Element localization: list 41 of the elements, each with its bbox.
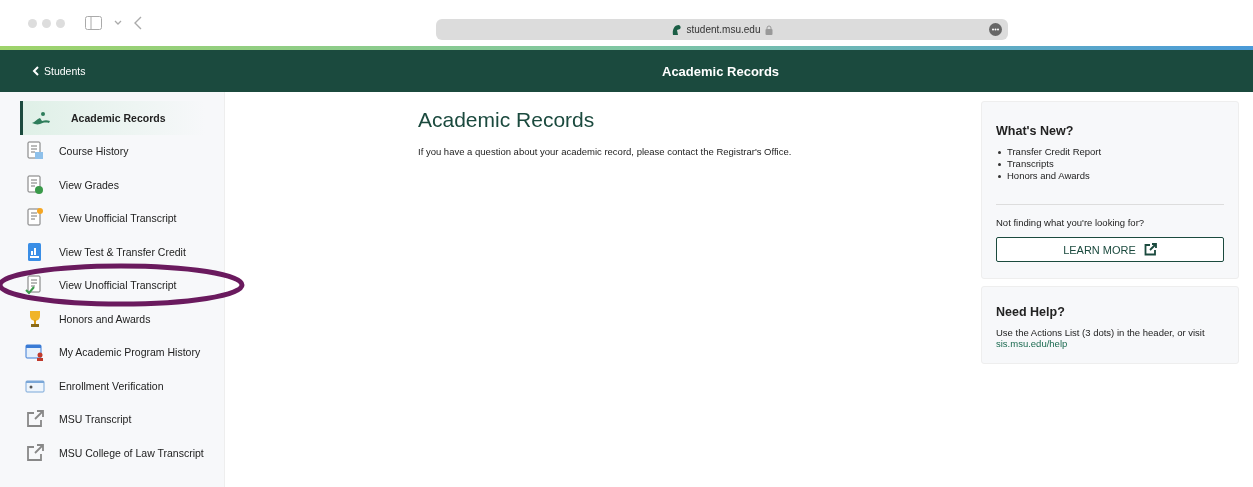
- info-text: If you have a question about your academic record, please contact the Registrar's Office.: [418, 146, 793, 157]
- sidebar-toggle-icon[interactable]: [85, 16, 102, 30]
- address-bar[interactable]: student.msu.edu: [436, 19, 1008, 40]
- sidebar-item[interactable]: View Unofficial Transcript: [0, 201, 224, 235]
- external-link-icon: [1143, 243, 1157, 256]
- external-link-icon: [25, 409, 45, 430]
- card-title: What's New?: [996, 124, 1075, 138]
- document-icon: [25, 141, 45, 162]
- back-icon: [32, 66, 39, 76]
- back-link[interactable]: Students: [32, 65, 86, 77]
- more-icon[interactable]: [989, 23, 1002, 36]
- bullet-icon: [998, 174, 1001, 178]
- sidebar-item[interactable]: View Test & Transfer Credit: [0, 235, 224, 269]
- external-link-icon: [25, 442, 45, 463]
- help-text: Use the Actions List (3 dots) in the header, or visit sis.msu.edu/help: [996, 327, 1206, 349]
- lock-icon: [765, 24, 774, 35]
- document-icon: [25, 174, 45, 195]
- bullet-icon: [998, 162, 1001, 166]
- page-title: Academic Records: [418, 108, 596, 132]
- sidebar-item[interactable]: Course History: [0, 134, 224, 168]
- sidebar-item[interactable]: Honors and Awards: [0, 302, 224, 336]
- calendar-icon: [25, 342, 45, 363]
- sidebar-item[interactable]: My Academic Program History: [0, 335, 224, 369]
- list-item: Transcripts: [1007, 158, 1054, 170]
- help-link[interactable]: sis.msu.edu/help: [996, 338, 1068, 349]
- document-icon: [25, 208, 45, 229]
- chevron-down-icon[interactable]: [114, 20, 122, 26]
- list-item: Honors and Awards: [1007, 170, 1090, 182]
- bullet-icon: [998, 150, 1001, 154]
- address-text: student.msu.edu: [686, 24, 761, 35]
- learn-more-button[interactable]: LEARN MORE: [996, 237, 1224, 262]
- back-label: Students: [44, 65, 86, 77]
- list-item: Transfer Credit Report: [1007, 146, 1102, 158]
- card-title: Need Help?: [996, 305, 1066, 319]
- header-title: Academic Records: [662, 63, 780, 79]
- sidebar-item[interactable]: Enrollment Verification: [0, 369, 224, 403]
- sidebar-item[interactable]: MSU College of Law Transcript: [0, 436, 224, 470]
- sidebar-item[interactable]: MSU Transcript: [0, 402, 224, 436]
- sidebar-item[interactable]: View Grades: [0, 168, 224, 202]
- back-icon[interactable]: [134, 16, 142, 30]
- prompt-text: Not finding what you're looking for?: [996, 217, 1146, 228]
